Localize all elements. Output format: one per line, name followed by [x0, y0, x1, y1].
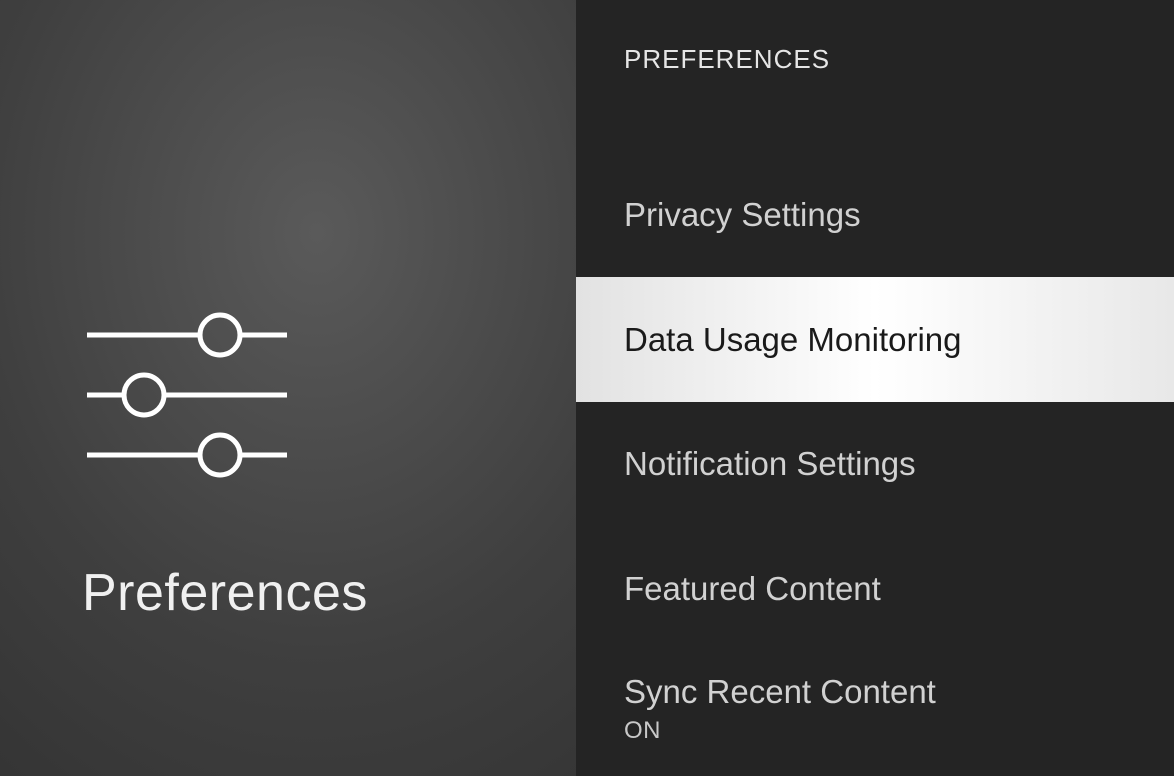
spacer — [576, 137, 1174, 153]
left-info-panel: Preferences — [0, 0, 576, 776]
menu-item-label: Data Usage Monitoring — [624, 321, 1174, 359]
menu-item-label: Sync Recent Content — [624, 673, 1174, 711]
menu-item-label: Featured Content — [624, 570, 1174, 608]
menu-item-label: Privacy Settings — [624, 196, 1174, 234]
menu-item-data-usage-monitoring[interactable]: Data Usage Monitoring — [576, 277, 1174, 402]
menu-item-privacy-settings[interactable]: Privacy Settings — [576, 153, 1174, 278]
menu-item-featured-content[interactable]: Featured Content — [576, 526, 1174, 651]
menu-header: PREFERENCES — [576, 0, 1174, 137]
menu-item-notification-settings[interactable]: Notification Settings — [576, 402, 1174, 527]
preferences-menu: PREFERENCES Privacy Settings Data Usage … — [576, 0, 1174, 776]
menu-item-value: ON — [624, 717, 1174, 745]
left-panel-title: Preferences — [82, 563, 368, 623]
menu-item-label: Notification Settings — [624, 445, 1174, 483]
menu-item-sync-recent-content[interactable]: Sync Recent Content ON — [576, 651, 1174, 776]
sliders-icon — [82, 310, 292, 485]
